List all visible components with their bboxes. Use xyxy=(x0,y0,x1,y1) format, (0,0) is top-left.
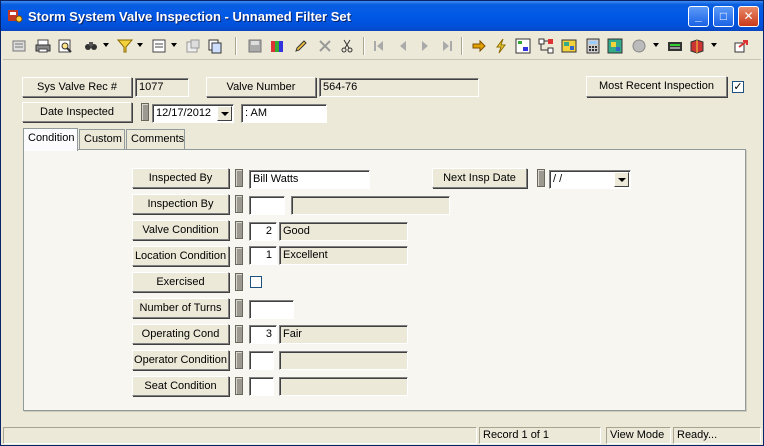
edit-pencil-icon[interactable] xyxy=(291,36,311,56)
field-marker xyxy=(537,169,545,187)
operator-condition-code-field[interactable] xyxy=(249,351,274,370)
inspection-by-desc-field xyxy=(291,196,450,215)
globe-icon[interactable] xyxy=(629,36,649,56)
status-pane-empty xyxy=(3,427,477,444)
chevron-down-icon[interactable] xyxy=(614,172,629,187)
cut-icon[interactable] xyxy=(337,36,357,56)
operator-condition-button[interactable]: Operator Condition xyxy=(132,350,229,370)
field-marker xyxy=(235,351,243,369)
first-record-icon[interactable] xyxy=(369,36,389,56)
valve-number-field: 564-76 xyxy=(319,78,479,97)
calculator-icon[interactable] xyxy=(583,36,603,56)
valve-condition-code-field[interactable]: 2 xyxy=(249,222,277,241)
next-insp-date-button[interactable]: Next Insp Date xyxy=(432,168,527,188)
next-insp-date-combo[interactable]: / / xyxy=(549,170,631,189)
number-of-turns-button[interactable]: Number of Turns xyxy=(132,298,229,318)
most-recent-inspection-checkbox[interactable]: ✓ xyxy=(732,81,744,93)
exit-icon[interactable] xyxy=(731,36,751,56)
location-condition-desc-field: Excellent xyxy=(279,246,408,265)
field-marker xyxy=(235,247,243,265)
inspection-by-button[interactable]: Inspection By xyxy=(132,194,229,214)
copy-record-icon[interactable] xyxy=(205,36,225,56)
operating-cond-button[interactable]: Operating Cond xyxy=(132,324,229,344)
exercised-button[interactable]: Exercised xyxy=(132,272,229,292)
goto-icon[interactable] xyxy=(469,36,489,56)
inspected-by-button[interactable]: Inspected By xyxy=(132,168,229,188)
book-icon[interactable] xyxy=(687,36,707,56)
delete-icon[interactable] xyxy=(315,36,335,56)
exercised-checkbox[interactable] xyxy=(250,276,262,288)
book-dropdown-icon[interactable] xyxy=(711,43,717,47)
valve-condition-button[interactable]: Valve Condition xyxy=(132,220,229,240)
field-marker xyxy=(235,221,243,239)
record-status: Record 1 of 1 xyxy=(479,427,601,444)
field-marker xyxy=(235,377,243,395)
seat-condition-code-field[interactable] xyxy=(249,377,274,396)
filter-dropdown-icon[interactable] xyxy=(137,43,143,47)
print-icon[interactable] xyxy=(33,36,53,56)
date-inspected-value: 12/17/2012 xyxy=(156,107,212,119)
window-title: Storm System Valve Inspection - Unnamed … xyxy=(28,9,351,24)
operating-cond-desc-field: Fair xyxy=(279,325,408,344)
last-record-icon[interactable] xyxy=(437,36,457,56)
filter-icon[interactable] xyxy=(115,36,135,56)
date-inspected-button[interactable]: Date Inspected xyxy=(22,102,132,122)
field-marker xyxy=(235,169,243,187)
tab-custom[interactable]: Custom xyxy=(79,129,125,149)
most-recent-inspection-button[interactable]: Most Recent Inspection xyxy=(586,76,727,97)
properties-icon[interactable] xyxy=(183,36,203,56)
maximize-button[interactable]: □ xyxy=(713,6,734,27)
hierarchy-icon[interactable] xyxy=(536,36,556,56)
valve-number-button[interactable]: Valve Number xyxy=(206,77,316,97)
sys-valve-rec-button[interactable]: Sys Valve Rec # xyxy=(22,77,132,97)
keyboard-icon[interactable] xyxy=(665,36,685,56)
inspection-by-code-field[interactable] xyxy=(249,196,285,215)
map-icon[interactable] xyxy=(559,36,579,56)
form-view-dropdown-icon[interactable] xyxy=(171,43,177,47)
mode-status: View Mode xyxy=(606,427,671,444)
globe-dropdown-icon[interactable] xyxy=(653,43,659,47)
location-condition-button[interactable]: Location Condition xyxy=(132,246,229,266)
number-of-turns-field[interactable] xyxy=(249,300,294,319)
lightning-icon[interactable] xyxy=(491,36,511,56)
seat-condition-button[interactable]: Seat Condition xyxy=(132,376,229,396)
field-marker xyxy=(235,325,243,343)
save-icon[interactable] xyxy=(245,36,265,56)
field-marker xyxy=(235,195,243,213)
ready-status: Ready... xyxy=(673,427,761,444)
field-marker xyxy=(235,299,243,317)
title-bar[interactable]: Storm System Valve Inspection - Unnamed … xyxy=(1,1,763,31)
location-condition-code-field[interactable]: 1 xyxy=(249,246,277,265)
sys-valve-rec-field: 1077 xyxy=(135,78,189,97)
app-icon xyxy=(8,10,23,23)
record-icon[interactable] xyxy=(9,36,29,56)
print-preview-icon[interactable] xyxy=(55,36,75,56)
field-marker xyxy=(235,273,243,291)
toolbar xyxy=(3,33,761,60)
previous-record-icon[interactable] xyxy=(393,36,413,56)
books-icon[interactable] xyxy=(267,36,287,56)
form-view-icon[interactable] xyxy=(149,36,169,56)
find-dropdown-icon[interactable] xyxy=(103,43,109,47)
chevron-down-icon[interactable] xyxy=(217,106,232,121)
close-button[interactable]: ✕ xyxy=(738,6,759,27)
seat-condition-desc-field xyxy=(279,377,408,396)
date-inspected-combo[interactable]: 12/17/2012 xyxy=(152,104,234,123)
map-grid-icon[interactable] xyxy=(605,36,625,56)
next-record-icon[interactable] xyxy=(415,36,435,56)
find-icon[interactable] xyxy=(81,36,101,56)
valve-condition-desc-field: Good xyxy=(279,222,408,241)
field-marker xyxy=(141,103,149,121)
application-window: Storm System Valve Inspection - Unnamed … xyxy=(0,0,764,446)
tab-condition[interactable]: Condition xyxy=(23,128,78,151)
status-bar: Record 1 of 1 View Mode Ready... xyxy=(1,425,763,445)
tab-comments[interactable]: Comments xyxy=(126,129,185,149)
operator-condition-desc-field xyxy=(279,351,408,370)
next-insp-date-value: / / xyxy=(553,173,563,185)
inspected-by-field[interactable]: Bill Watts xyxy=(249,170,370,189)
operating-cond-code-field[interactable]: 3 xyxy=(249,325,277,344)
minimize-button[interactable]: _ xyxy=(688,6,709,27)
time-inspected-field[interactable]: : AM xyxy=(241,104,327,123)
tree-icon[interactable] xyxy=(513,36,533,56)
